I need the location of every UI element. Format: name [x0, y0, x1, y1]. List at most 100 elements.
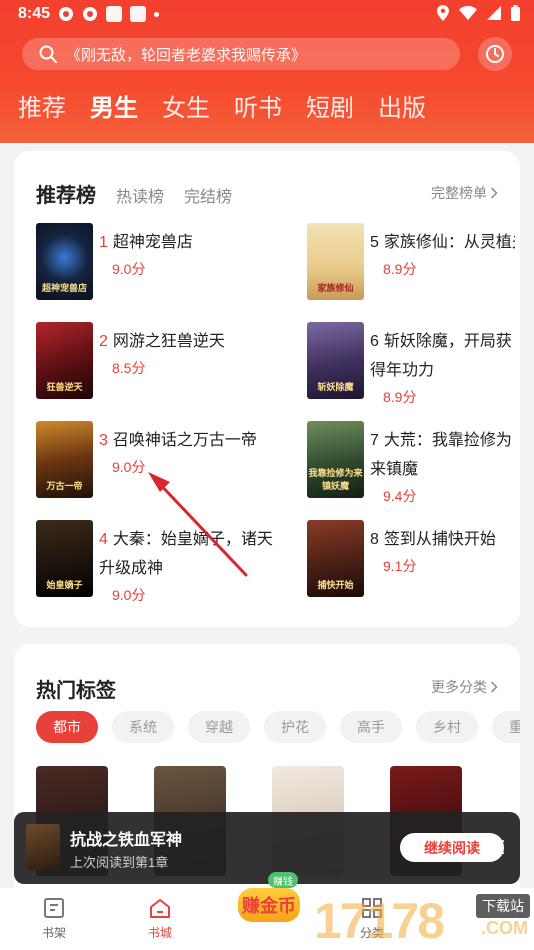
nav-bookstore[interactable]: 书城	[130, 896, 190, 941]
tab-female[interactable]: 女生	[162, 88, 210, 123]
book-cover: 我靠捡修为来镇妖魔	[307, 421, 364, 498]
tag-chip-system[interactable]: 系统	[112, 711, 174, 743]
tag-chip-village[interactable]: 乡村	[416, 711, 478, 743]
book-cover: 万古一帝	[36, 421, 93, 498]
book-info: 4 大秦：始皇嫡子，诸天升级成神 9.0分	[99, 525, 273, 605]
more-dot-icon	[154, 11, 159, 17]
cover-title: 斩妖除魔	[317, 382, 354, 392]
tab-recommend[interactable]: 推荐	[18, 88, 66, 123]
book-score: 9.1分	[383, 558, 417, 574]
earn-coins-button[interactable]: 赚金币 赚钱	[232, 870, 302, 926]
cover-title: 始皇嫡子	[46, 580, 83, 590]
search-bar[interactable]: 《刚无敌，轮回者老婆求我赐传承》	[22, 38, 460, 70]
book-rank: 5	[370, 234, 379, 251]
book-title: 1 超神宠兽店	[99, 228, 259, 257]
tag-chip-rebirth[interactable]: 重生	[492, 711, 520, 743]
battery-icon	[511, 5, 520, 21]
book-score: 9.0分	[112, 459, 146, 475]
ranking-title: 推荐榜	[36, 185, 96, 207]
nav-bookshelf-label: 书架	[41, 926, 66, 940]
cover-title: 狂兽逆天	[46, 382, 83, 392]
more-categories-label: 更多分类	[431, 679, 487, 695]
book-title: 3 召唤神话之万古一帝	[99, 426, 259, 455]
ranking-book[interactable]: 捕快开始 8 签到从捕快开始 9.1分	[307, 520, 520, 600]
book-title-text: 斩妖除魔，开局获得年功力	[370, 333, 512, 379]
book-title: 2 网游之狂兽逆天	[99, 327, 259, 356]
book-rank: 8	[370, 531, 379, 548]
book-cover: 超神宠兽店	[36, 223, 93, 300]
ranking-book[interactable]: 超神宠兽店 1 超神宠兽店 9.0分	[36, 223, 276, 303]
tag-chip-protector[interactable]: 护花	[264, 711, 326, 743]
site-watermark: 17178 下载站 .COM	[310, 888, 534, 950]
watermark-domain: .COM	[481, 918, 528, 938]
book-info: 6 斩妖除魔，开局获得年功力 8.9分	[370, 327, 520, 407]
cover-title: 捕快开始	[317, 580, 354, 590]
home-icon	[150, 899, 170, 918]
tab-short-drama[interactable]: 短剧	[306, 88, 354, 123]
book-title-text: 网游之狂兽逆天	[112, 333, 225, 350]
history-button[interactable]	[478, 37, 512, 71]
close-icon[interactable]	[486, 836, 508, 858]
banner-progress: 上次阅读到第1章	[70, 855, 169, 870]
book-score: 8.5分	[112, 360, 146, 376]
book-rank: 1	[99, 234, 108, 251]
full-ranking-label: 完整榜单	[431, 185, 487, 201]
book-cover: 捕快开始	[307, 520, 364, 597]
ranking-book[interactable]: 我靠捡修为来镇妖魔 7 大荒：我靠捡修为来镇魔 9.4分	[307, 421, 520, 521]
tag-chips: 都市 系统 穿越 护花 高手 乡村 重生	[36, 711, 520, 743]
book-title: 4 大秦：始皇嫡子，诸天升级成神	[99, 525, 274, 583]
app-icon	[83, 7, 97, 21]
status-bar: 8:45	[0, 0, 534, 30]
nav-bookshelf[interactable]: 书架	[24, 896, 84, 941]
chevron-right-icon	[490, 681, 498, 693]
book-rank: 6	[370, 333, 379, 350]
app-icon	[106, 6, 122, 22]
watermark-download: 下载站	[476, 894, 530, 918]
ranking-book[interactable]: 斩妖除魔 6 斩妖除魔，开局获得年功力 8.9分	[307, 322, 520, 422]
book-rank: 7	[370, 432, 379, 449]
book-title: 5 家族修仙：从灵植夫	[370, 228, 515, 257]
wifi-icon	[459, 6, 477, 20]
tab-male[interactable]: 男生	[90, 88, 138, 123]
tab-hot-read[interactable]: 热读榜	[116, 183, 164, 207]
tag-chip-urban[interactable]: 都市	[36, 711, 98, 743]
book-score: 9.0分	[112, 261, 146, 277]
book-rank: 3	[99, 432, 108, 449]
tag-chip-master[interactable]: 高手	[340, 711, 402, 743]
cover-title: 家族修仙	[317, 283, 354, 293]
ranking-book[interactable]: 家族修仙 5 家族修仙：从灵植夫 8.9分	[307, 223, 520, 303]
bookshelf-icon	[44, 898, 64, 918]
book-cover: 狂兽逆天	[36, 322, 93, 399]
book-cover: 斩妖除魔	[307, 322, 364, 399]
cover-title: 万古一帝	[46, 481, 83, 491]
book-title: 7 大荒：我靠捡修为来镇魔	[370, 426, 515, 484]
system-icons	[437, 5, 520, 21]
full-ranking-link[interactable]: 完整榜单	[431, 183, 498, 203]
ranking-book[interactable]: 万古一帝 3 召唤神话之万古一帝 9.0分	[36, 421, 276, 501]
tab-audiobook[interactable]: 听书	[234, 88, 282, 123]
book-info: 3 召唤神话之万古一帝 9.0分	[99, 426, 269, 477]
ranking-book[interactable]: 狂兽逆天 2 网游之狂兽逆天 8.5分	[36, 322, 276, 402]
earn-coins-label: 赚金币	[238, 888, 300, 922]
clock-icon	[486, 45, 504, 63]
book-title-text: 家族修仙：从灵植夫	[383, 234, 515, 251]
tag-chip-time-travel[interactable]: 穿越	[188, 711, 250, 743]
book-cover: 始皇嫡子	[36, 520, 93, 597]
nav-bookstore-label: 书城	[147, 926, 172, 940]
earn-badge: 赚钱	[268, 872, 298, 888]
ranking-book[interactable]: 始皇嫡子 4 大秦：始皇嫡子，诸天升级成神 9.0分	[36, 520, 276, 630]
tab-publish[interactable]: 出版	[378, 88, 426, 123]
book-title-text: 召唤神话之万古一帝	[112, 432, 257, 449]
header: 8:45 《刚无敌，轮回者老婆求我赐传承》 推荐 男生 女生 听书 短剧 出版	[0, 0, 534, 143]
book-title: 6 斩妖除魔，开局获得年功力	[370, 327, 515, 385]
book-score: 9.0分	[112, 587, 146, 603]
book-score: 8.9分	[383, 389, 417, 405]
search-icon	[39, 45, 57, 63]
book-info: 1 超神宠兽店 9.0分	[99, 228, 269, 279]
banner-book-cover	[26, 824, 60, 870]
book-rank: 4	[99, 531, 108, 548]
cover-title: 我靠捡修为来镇妖魔	[308, 468, 363, 491]
ranking-header: 推荐榜 热读榜 完结榜	[36, 179, 232, 208]
tab-finished[interactable]: 完结榜	[184, 183, 232, 207]
more-categories-link[interactable]: 更多分类	[431, 677, 498, 697]
